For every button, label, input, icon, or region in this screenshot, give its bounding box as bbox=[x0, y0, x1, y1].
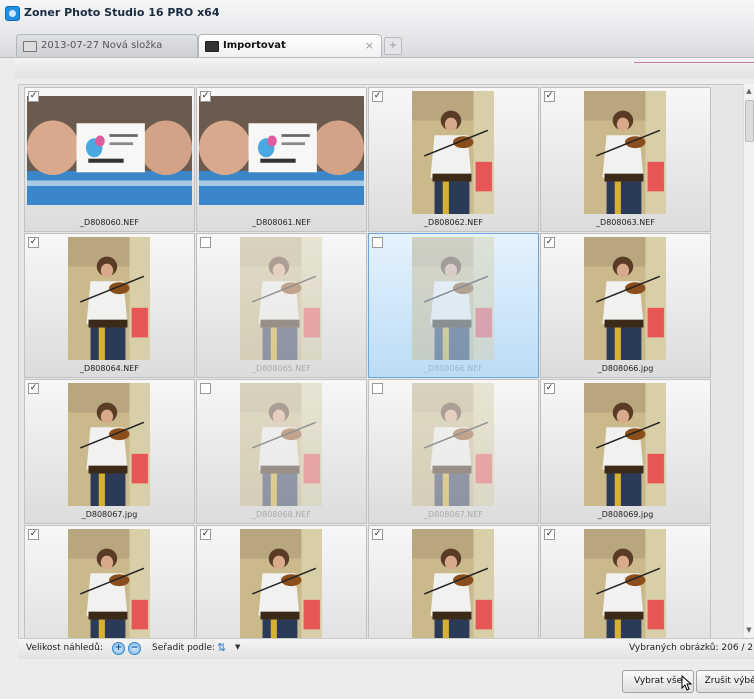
scroll-up-icon[interactable]: ▲ bbox=[744, 86, 754, 96]
select-checkbox[interactable]: ✓ bbox=[28, 237, 39, 248]
vertical-scrollbar[interactable]: ▲ ▼ bbox=[743, 84, 754, 637]
thumbnail-filename: _D808063.NEF bbox=[596, 218, 655, 227]
select-checkbox[interactable] bbox=[200, 383, 211, 394]
tab-bar: 2013-07-27 Nová složka Importovat × + bbox=[0, 31, 754, 58]
selected-count: Vybraných obrázků: 206 / 213 bbox=[629, 643, 754, 653]
thumbnail-cell[interactable]: _D808068.NEF bbox=[196, 379, 367, 524]
thumbnail-cell[interactable]: _D808067.NEF bbox=[368, 379, 539, 524]
thumbnail-cell[interactable]: ✓ _D808069.jpg bbox=[540, 379, 711, 524]
thumbnail-filename: _D808069.jpg bbox=[597, 510, 654, 519]
thumbnail-filename: _D808067.jpg bbox=[81, 510, 138, 519]
thumbnail-cell[interactable]: ✓ _D808063.NEF bbox=[540, 87, 711, 232]
select-checkbox[interactable]: ✓ bbox=[28, 383, 39, 394]
violinist-photo bbox=[68, 237, 150, 360]
thumbnail-filename: _D808065.NEF bbox=[252, 364, 311, 373]
thumbnail-filename: _D808062.NEF bbox=[424, 218, 483, 227]
select-checkbox[interactable]: ✓ bbox=[544, 91, 555, 102]
thumbnail-cell[interactable]: ✓ _D808064.NEF bbox=[24, 233, 195, 378]
thumbnail-cell[interactable]: ✓ _D808067.jpg bbox=[24, 379, 195, 524]
business-card-photo bbox=[199, 96, 364, 205]
violinist-photo bbox=[584, 383, 666, 506]
thumbnail-cell[interactable]: ✓ bbox=[24, 525, 195, 638]
business-card-photo bbox=[27, 96, 192, 205]
thumbnail-filename: _D808066.jpg bbox=[597, 364, 654, 373]
close-tab-icon[interactable]: × bbox=[365, 35, 374, 57]
thumbnail-cell[interactable]: _D808066.NEF bbox=[368, 233, 539, 378]
thumbnail-filename: _D808060.NEF bbox=[80, 218, 139, 227]
sort-label: Seřadit podle: bbox=[152, 643, 216, 653]
new-tab-button[interactable]: + bbox=[384, 37, 402, 55]
select-checkbox[interactable]: ✓ bbox=[200, 529, 211, 540]
violinist-photo bbox=[240, 529, 322, 638]
thumbnail-filename: _D808066.NEF bbox=[424, 364, 483, 373]
thumbnail-cell[interactable]: ✓ bbox=[196, 525, 367, 638]
thumbnail-filename: _D808068.NEF bbox=[252, 510, 311, 519]
thumbnail-filename: _D808061.NEF bbox=[252, 218, 311, 227]
violinist-photo bbox=[412, 529, 494, 638]
toolbar-strip bbox=[14, 58, 754, 78]
violinist-photo bbox=[68, 383, 150, 506]
tab-folder[interactable]: 2013-07-27 Nová složka bbox=[16, 34, 198, 57]
violinist-photo bbox=[584, 91, 666, 214]
thumbnail-filename: _D808064.NEF bbox=[80, 364, 139, 373]
select-checkbox[interactable]: ✓ bbox=[544, 383, 555, 394]
thumbnail-cell[interactable]: ✓ bbox=[540, 525, 711, 638]
select-checkbox[interactable] bbox=[372, 383, 383, 394]
app-icon bbox=[5, 6, 20, 21]
select-checkbox[interactable]: ✓ bbox=[544, 237, 555, 248]
folder-icon bbox=[23, 41, 37, 52]
select-checkbox[interactable]: ✓ bbox=[544, 529, 555, 540]
select-checkbox[interactable]: ✓ bbox=[372, 91, 383, 102]
violinist-photo bbox=[240, 237, 322, 360]
window-title: Zoner Photo Studio 16 PRO x64 bbox=[24, 6, 220, 19]
thumbnail-filename: _D808067.NEF bbox=[424, 510, 483, 519]
violinist-photo bbox=[584, 529, 666, 638]
select-checkbox[interactable]: ✓ bbox=[28, 91, 39, 102]
tab-label: 2013-07-27 Nová složka bbox=[41, 40, 163, 51]
select-checkbox[interactable] bbox=[200, 237, 211, 248]
scroll-down-icon[interactable]: ▼ bbox=[744, 625, 754, 635]
select-checkbox[interactable]: ✓ bbox=[28, 529, 39, 540]
thumb-size-label: Velikost náhledů: bbox=[26, 643, 103, 653]
mouse-cursor-icon bbox=[681, 675, 693, 691]
sort-order-icon[interactable]: ⇅ bbox=[217, 641, 233, 655]
thumbnail-cell[interactable]: _D808065.NEF bbox=[196, 233, 367, 378]
thumbnail-cell[interactable]: ✓ bbox=[368, 525, 539, 638]
thumbnail-cell[interactable]: ✓ _D808061.NEF bbox=[196, 87, 367, 232]
violinist-photo bbox=[68, 529, 150, 638]
scroll-thumb[interactable] bbox=[745, 100, 754, 142]
thumbnail-cell[interactable]: ✓ _D808066.jpg bbox=[540, 233, 711, 378]
camera-icon bbox=[205, 41, 219, 52]
tab-label: Importovat bbox=[223, 40, 286, 51]
violinist-photo bbox=[584, 237, 666, 360]
tab-import[interactable]: Importovat × bbox=[198, 34, 382, 57]
select-checkbox[interactable] bbox=[372, 237, 383, 248]
title-bar: Zoner Photo Studio 16 PRO x64 bbox=[0, 0, 754, 32]
thumbnail-cell[interactable]: ✓ _D808060.NEF bbox=[24, 87, 195, 232]
violinist-photo bbox=[412, 383, 494, 506]
select-checkbox[interactable]: ✓ bbox=[372, 529, 383, 540]
violinist-photo bbox=[240, 383, 322, 506]
app-window: Zoner Photo Studio 16 PRO x64 2013-07-27… bbox=[0, 0, 754, 699]
violinist-photo bbox=[412, 237, 494, 360]
violinist-photo bbox=[412, 91, 494, 214]
deselect-button[interactable]: Zrušit výběr bbox=[696, 670, 754, 693]
zoom-in-icon[interactable]: + bbox=[112, 642, 125, 655]
status-bar: Velikost náhledů: + − Seřadit podle: ⇅ ▼… bbox=[18, 638, 754, 659]
sort-dropdown-icon[interactable]: ▼ bbox=[235, 643, 240, 651]
select-checkbox[interactable]: ✓ bbox=[200, 91, 211, 102]
thumbnail-grid: ✓ _D808060.NEF ✓ _D808061.NEF ✓ _D808062.NE… bbox=[18, 84, 747, 638]
zoom-out-icon[interactable]: − bbox=[128, 642, 141, 655]
thumbnail-cell[interactable]: ✓ _D808062.NEF bbox=[368, 87, 539, 232]
